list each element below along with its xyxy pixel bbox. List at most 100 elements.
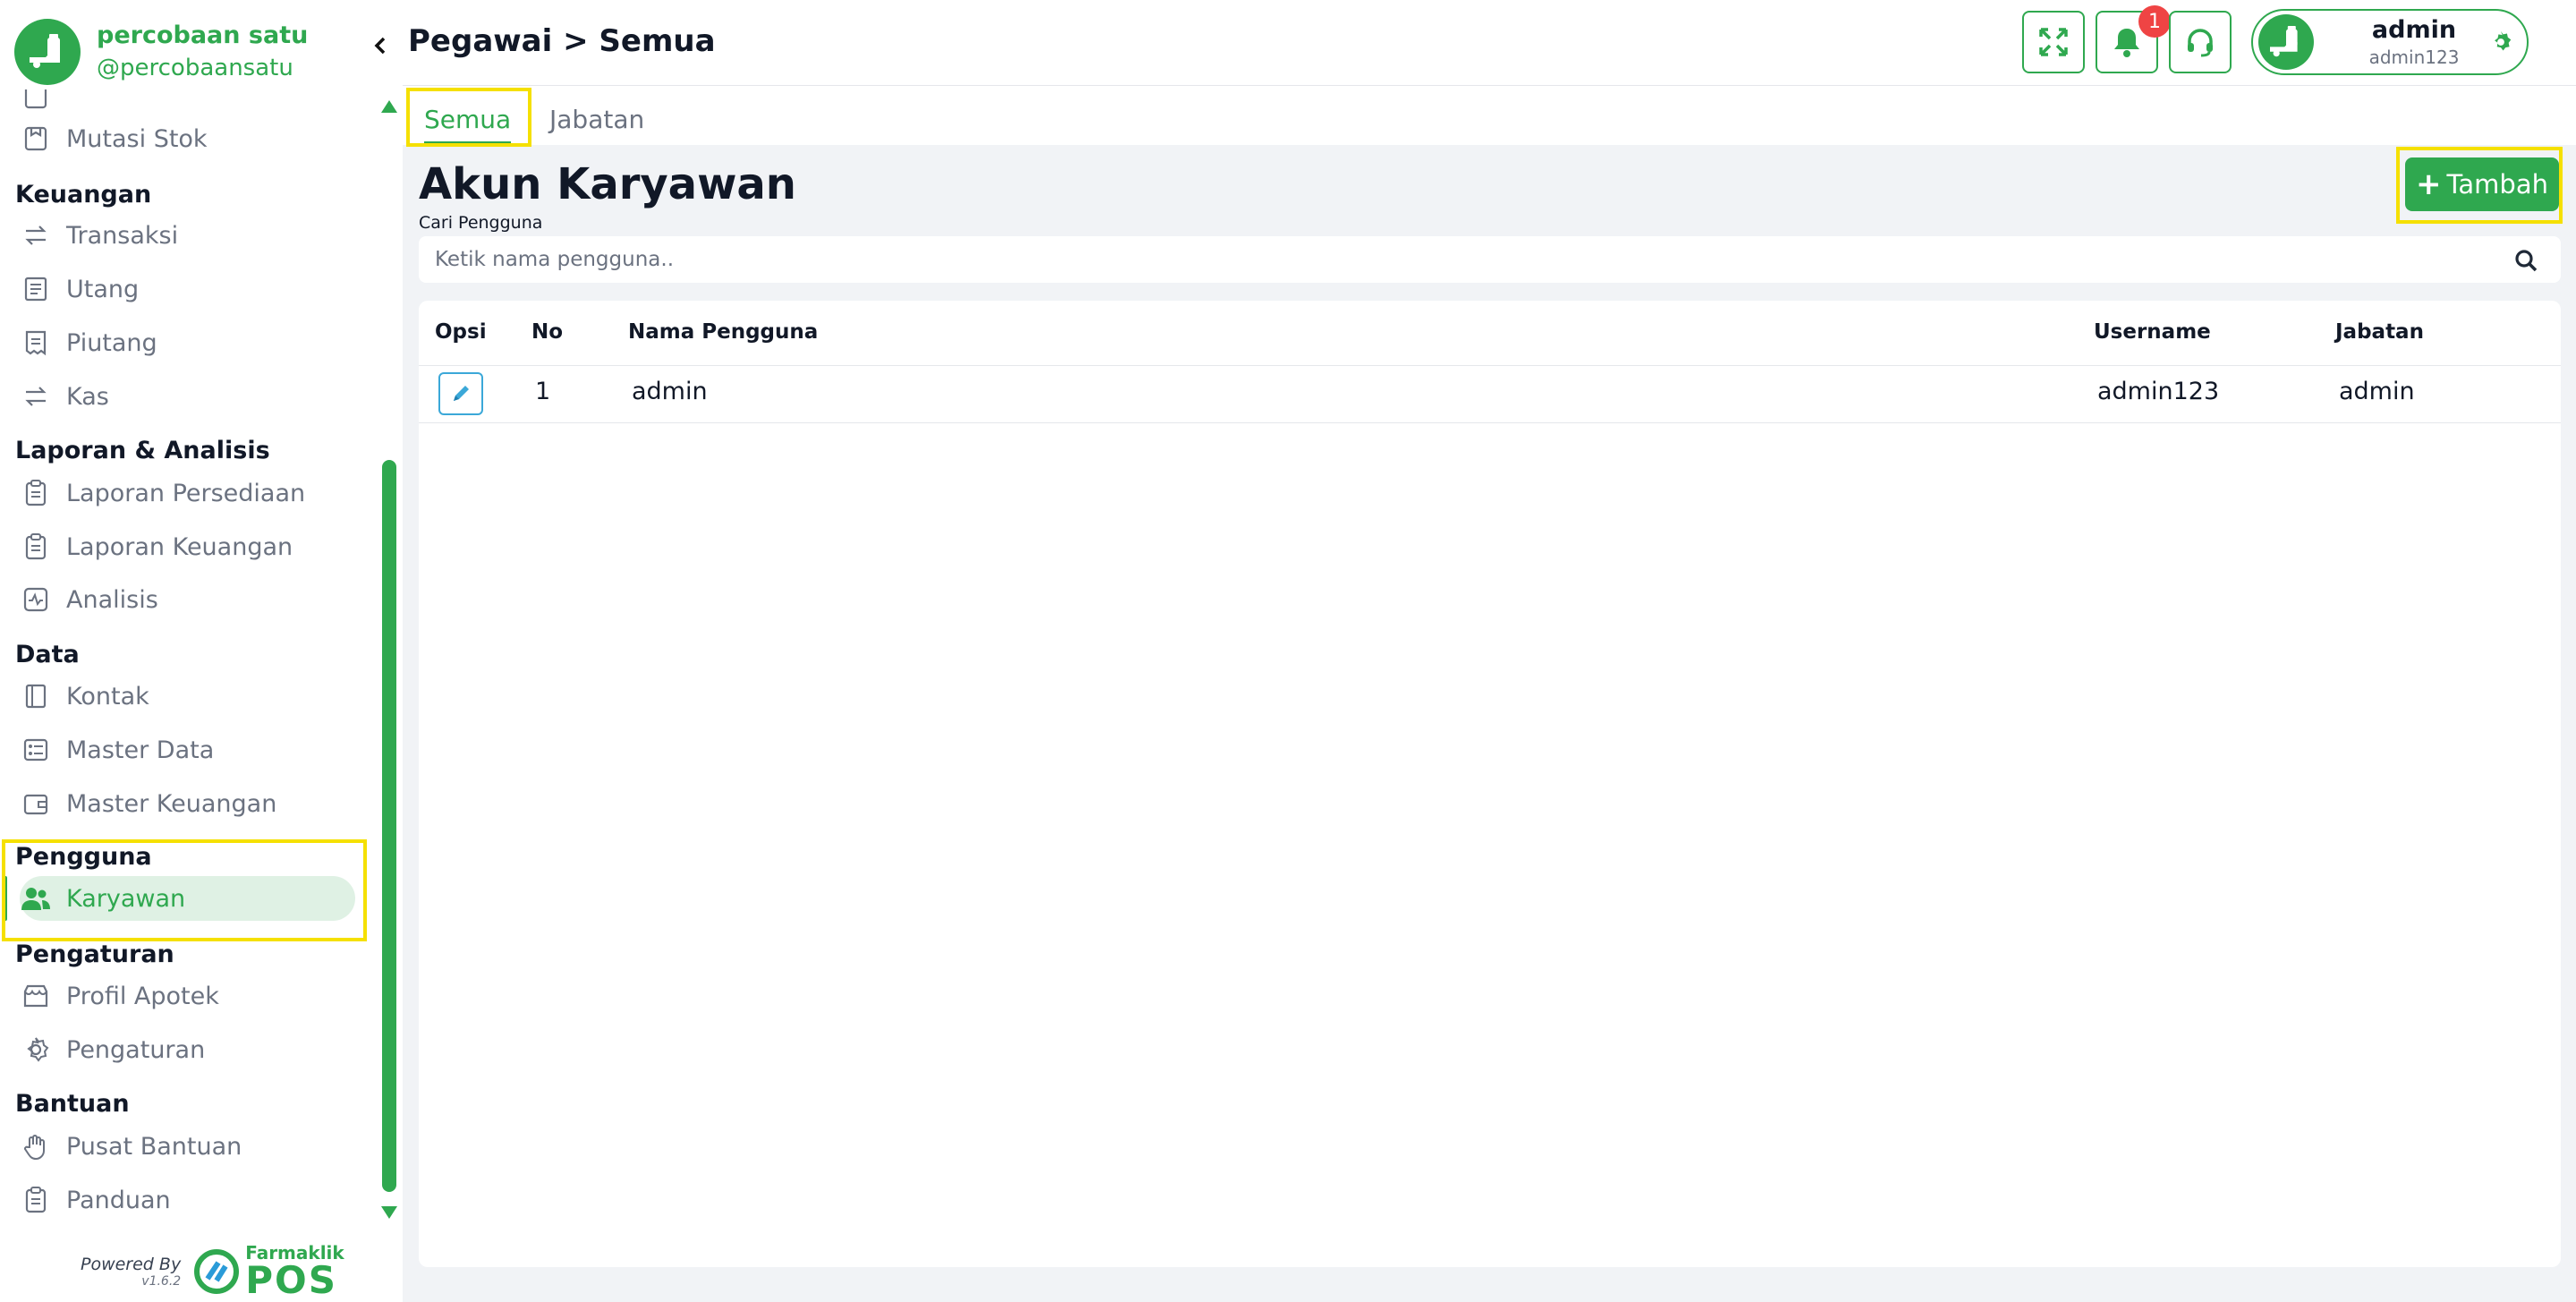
sidebar-item-pusat-bantuan[interactable]: Pusat Bantuan [20,1124,356,1169]
powered-by-text: Powered By [81,1255,182,1274]
section-pengaturan: Pengaturan [15,940,174,968]
top-header: Pegawai > Semua 1 admin admin123 [403,0,2576,86]
document-icon [20,89,52,112]
powered-by: Powered By v1.6.2 Farmaklik POS [81,1244,344,1299]
fullscreen-button[interactable] [2022,11,2085,73]
pos-text: POS [245,1258,337,1302]
sidebar-item-master-data[interactable]: Master Data [20,728,356,772]
row-divider [419,422,2561,423]
brand-handle: @percobaansatu [97,55,293,81]
pharmacy-logo-icon [2270,26,2298,57]
sidebar: percobaan satu @percobaansatu Mutasi Sto… [0,0,403,1302]
highlight-tab-semua [406,88,531,147]
search-icon[interactable] [2514,249,2538,276]
sidebar-item-label: Kas [66,382,109,411]
clipboard-icon [20,1184,52,1216]
header-divider [419,365,2561,366]
sidebar-item-label: Kontak [66,682,149,711]
sidebar-item-transaksi[interactable]: Transaksi [20,213,356,258]
sidebar-item-label: Analisis [66,585,158,614]
pharmacy-logo-icon [14,19,81,85]
sidebar-menu: Mutasi Stok Keuangan Transaksi Utang Piu… [0,89,376,1244]
sidebar-item-label: Piutang [66,328,157,357]
sidebar-item-kas[interactable]: Kas [20,374,356,419]
edit-button[interactable] [438,372,483,415]
cell-nama: admin [632,378,708,405]
page-title: Akun Karyawan [419,159,796,209]
search-label: Cari Pengguna [419,213,543,233]
headset-icon [2188,29,2213,57]
scroll-up-arrow-icon[interactable] [381,100,397,113]
highlight-add-button [2396,147,2563,224]
notification-button[interactable]: 1 [2096,5,2171,73]
sidebar-item-laporan-keuangan[interactable]: Laporan Keuangan [20,524,356,569]
sidebar-item-label: Laporan Keuangan [66,532,293,561]
sidebar-item-piutang[interactable]: Piutang [20,320,356,365]
box-icon [20,123,52,155]
sidebar-item-analisis[interactable]: Analisis [20,577,356,622]
bill-icon [20,327,52,359]
sidebar-item-label: Master Keuangan [66,789,277,818]
breadcrumb: Pegawai > Semua [408,23,716,59]
sidebar-item-master-keuangan[interactable]: Master Keuangan [20,781,356,826]
sidebar-item-label: Mutasi Stok [66,124,208,153]
section-bantuan: Bantuan [15,1090,130,1118]
sidebar-item-pengaturan[interactable]: Pengaturan [20,1027,356,1072]
expand-icon [2039,28,2068,56]
sidebar-item-mutasi-stok[interactable]: Mutasi Stok [20,116,356,161]
cell-username: admin123 [2097,378,2220,405]
tab-bar: Semua Jabatan [403,86,2576,145]
user-table: Opsi No Nama Pengguna Username Jabatan 1… [419,301,2561,1267]
farmaklik-pos-logo: Farmaklik POS [193,1244,344,1299]
cell-jabatan: admin [2339,378,2415,405]
scroll-thumb[interactable] [382,460,396,1192]
brand-name: percobaan satu [97,21,309,49]
highlight-pengguna [2,839,367,941]
profile-username: admin123 [2368,47,2460,68]
support-button[interactable] [2169,11,2232,73]
section-keuangan: Keuangan [15,181,152,208]
notification-badge: 1 [2138,5,2171,38]
bell-icon [2114,29,2139,57]
chevron-left-icon [374,37,386,55]
profile-name: admin [2371,16,2457,44]
sidebar-item-clipped[interactable] [20,89,356,118]
sidebar-item-label: Master Data [66,736,215,764]
wallet-icon [20,787,52,820]
sidebar-item-label: Laporan Persediaan [66,479,306,507]
column-header-jabatan: Jabatan [2335,320,2424,344]
clipboard-icon [20,531,52,563]
sidebar-scrollbar[interactable] [376,93,403,1230]
collapse-sidebar-button[interactable] [367,32,394,59]
sidebar-item-kontak[interactable]: Kontak [20,674,356,719]
contact-book-icon [20,680,52,712]
cell-no: 1 [535,378,551,405]
scroll-down-arrow-icon[interactable] [381,1206,397,1219]
database-list-icon [20,734,52,766]
farmaklik-logo-icon [194,1249,240,1294]
sidebar-item-label: Profil Apotek [66,982,219,1010]
clipboard-icon [20,477,52,509]
sidebar-item-label: Panduan [66,1186,171,1214]
section-data: Data [15,641,80,668]
section-laporan-analisis: Laporan & Analisis [15,437,270,464]
sidebar-item-laporan-persediaan[interactable]: Laporan Persediaan [20,471,356,515]
store-icon [20,980,52,1012]
brand: percobaan satu @percobaansatu [14,16,308,88]
gear-icon [20,1034,52,1066]
column-header-username: Username [2094,320,2211,344]
sidebar-item-profil-apotek[interactable]: Profil Apotek [20,974,356,1018]
settings-gear-icon[interactable] [2489,30,2512,57]
sidebar-item-utang[interactable]: Utang [20,267,356,311]
exchange-icon [20,380,52,413]
sidebar-item-panduan[interactable]: Panduan [20,1178,356,1222]
search-input[interactable] [435,236,2493,283]
profile-menu[interactable]: admin admin123 [2251,9,2529,75]
tab-jabatan[interactable]: Jabatan [549,97,644,141]
column-header-no: No [531,320,564,344]
search-box [419,236,2561,283]
app-version: v1.6.2 [141,1274,182,1289]
sidebar-item-label: Pengaturan [66,1035,206,1064]
column-header-opsi: Opsi [435,320,487,344]
sidebar-item-label: Pusat Bantuan [66,1132,242,1161]
